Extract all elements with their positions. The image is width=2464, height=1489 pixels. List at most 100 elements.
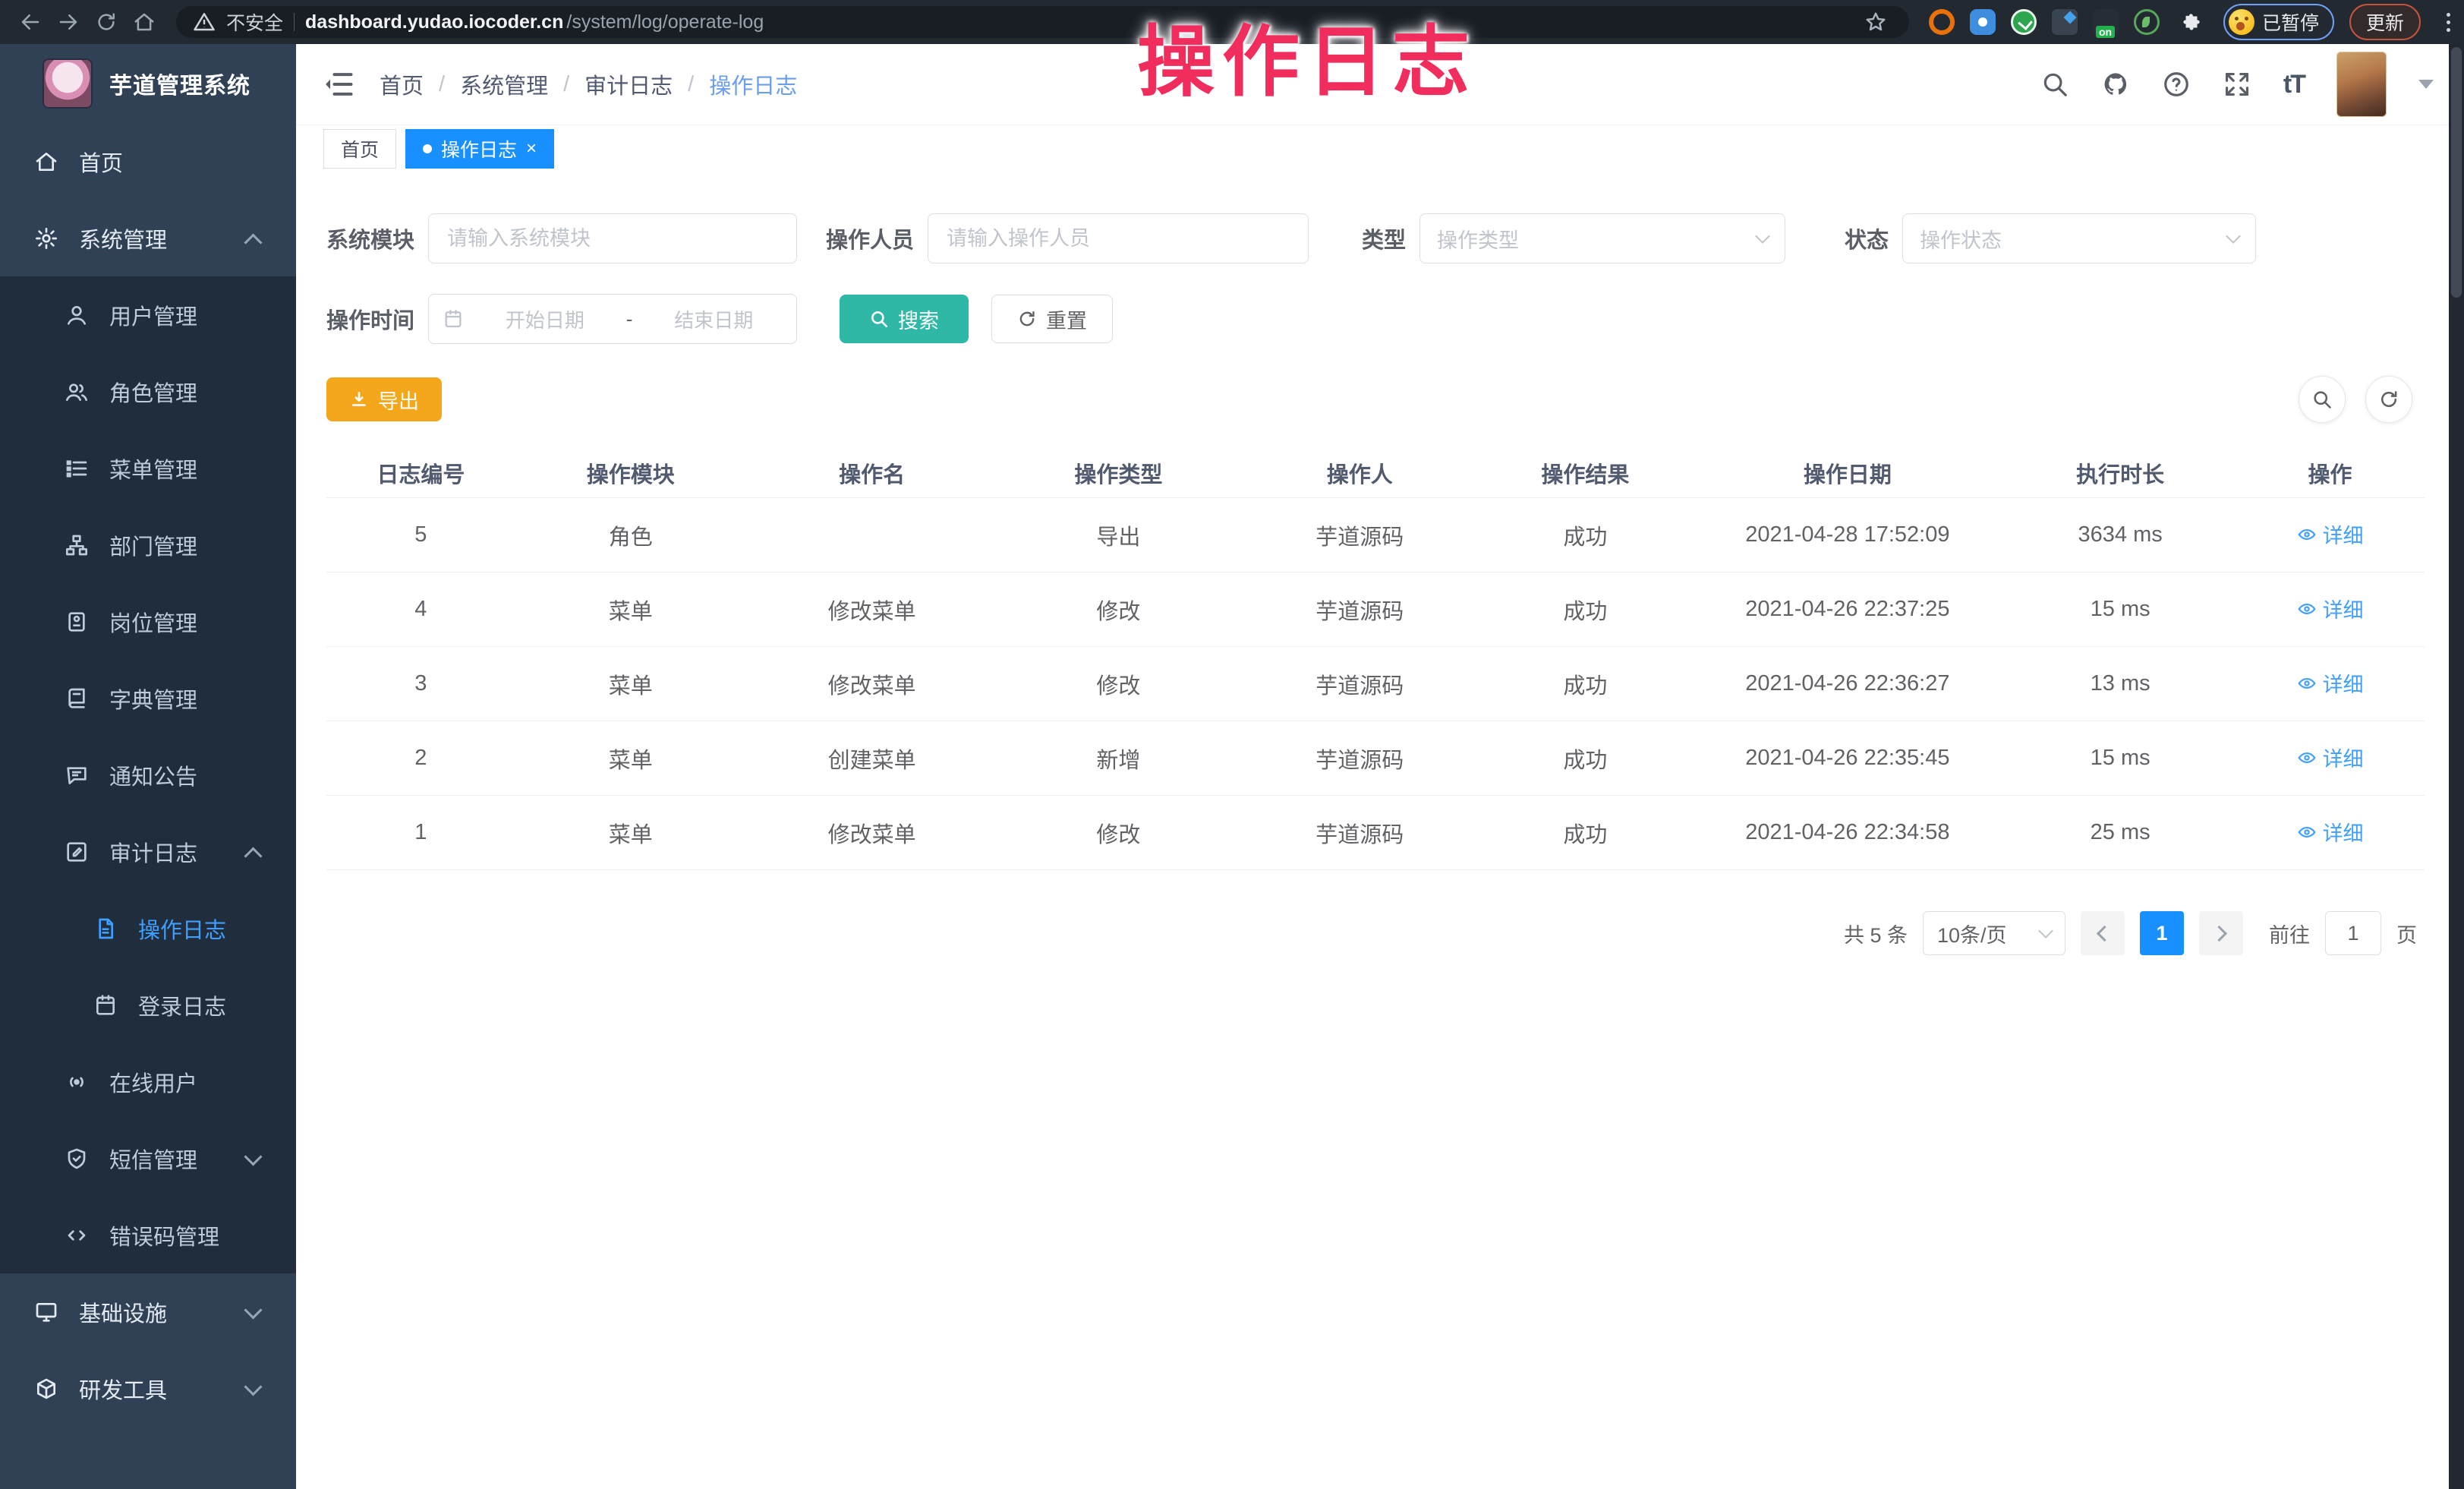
sidebar-item-devtools[interactable]: 研发工具 (0, 1350, 296, 1427)
sidebar-item-notice[interactable]: 通知公告 (0, 737, 296, 813)
sidebar-item-login-log[interactable]: 登录日志 (0, 967, 296, 1043)
ext-icon-green-check[interactable] (2011, 9, 2037, 35)
detail-link[interactable]: 详细 (2297, 743, 2364, 772)
column-header: 操作人 (1239, 457, 1480, 489)
breadcrumb-item[interactable]: 审计日志 (584, 68, 673, 100)
browser-back-icon[interactable] (14, 5, 47, 39)
scrollbar-thumb[interactable] (2451, 47, 2462, 298)
ext-icon-ring[interactable] (1929, 9, 1955, 35)
address-bar[interactable]: 不安全 dashboard.yudao.iocoder.cn /system/l… (176, 6, 1909, 38)
sidebar-item-online-users[interactable]: 在线用户 (0, 1043, 296, 1120)
refresh-table-button[interactable] (2365, 376, 2412, 423)
sidebar-item-audit-log[interactable]: 审计日志 (0, 813, 296, 890)
user-menu-caret-icon[interactable] (2418, 80, 2434, 89)
browser-home-icon[interactable] (128, 5, 161, 39)
page-size-value: 10条/页 (1937, 919, 2007, 948)
module-input[interactable] (428, 213, 797, 263)
operate-log-table: 日志编号 操作模块 操作名 操作类型 操作人 操作结果 操作日期 执行时长 操作… (326, 449, 2425, 870)
breadcrumb-separator: / (688, 72, 694, 97)
sidebar-item-users[interactable]: 用户管理 (0, 276, 296, 353)
sidebar-item-menus[interactable]: 菜单管理 (0, 430, 296, 506)
sidebar-item-label: 登录日志 (138, 989, 226, 1021)
sidebar-item-depts[interactable]: 部门管理 (0, 506, 296, 583)
cell-log-id: 2 (326, 746, 515, 771)
paused-label: 已暂停 (2262, 8, 2319, 36)
page-number-button[interactable]: 1 (2140, 911, 2184, 955)
export-button[interactable]: 导出 (326, 377, 442, 421)
box-icon (33, 1376, 59, 1402)
chevron-up-icon (244, 233, 262, 251)
end-date-placeholder: 结束日期 (644, 305, 783, 333)
bookmark-star-icon[interactable] (1859, 5, 1892, 39)
goto-page-input[interactable] (2325, 911, 2381, 955)
filter-row-2: 操作时间 开始日期 - 结束日期 搜索 重置 (326, 294, 2425, 344)
tab-operate-log[interactable]: 操作日志 × (405, 129, 554, 169)
browser-menu-icon[interactable] (2447, 13, 2450, 32)
page-size-select[interactable]: 10条/页 (1923, 911, 2065, 955)
detail-link[interactable]: 详细 (2297, 817, 2364, 847)
app-logo-row[interactable]: 芋道管理系统 (0, 44, 296, 123)
help-icon[interactable] (2162, 70, 2191, 99)
column-header: 执行时长 (2005, 457, 2236, 489)
sidebar-item-sms[interactable]: 短信管理 (0, 1120, 296, 1197)
breadcrumb-item[interactable]: 首页 (380, 68, 424, 100)
detail-link[interactable]: 详细 (2297, 519, 2364, 549)
detail-link[interactable]: 详细 (2297, 594, 2364, 623)
collapse-sidebar-icon[interactable] (322, 68, 355, 101)
module-label: 系统模块 (326, 222, 414, 254)
sidebar-item-operate-log[interactable]: 操作日志 (0, 890, 296, 967)
app-topbar: 首页 / 系统管理 / 审计日志 / 操作日志 tT (296, 44, 2464, 125)
detail-link[interactable]: 详细 (2297, 668, 2364, 698)
tab-home[interactable]: 首页 (323, 129, 396, 169)
security-warning-icon (193, 5, 216, 39)
cell-module: 菜单 (515, 594, 746, 626)
screen: 不安全 dashboard.yudao.iocoder.cn /system/l… (0, 0, 2464, 1489)
date-range-input[interactable]: 开始日期 - 结束日期 (428, 294, 797, 344)
operator-label: 操作人员 (826, 222, 914, 254)
cell-op-type: 修改 (997, 668, 1239, 700)
ext-icon-diamond[interactable] (2052, 9, 2078, 35)
search-button[interactable]: 搜索 (840, 295, 969, 343)
sidebar-item-home[interactable]: 首页 (0, 123, 296, 200)
cell-result: 成功 (1480, 594, 1690, 626)
close-tab-icon[interactable]: × (526, 140, 537, 158)
fullscreen-icon[interactable] (2223, 70, 2251, 99)
column-header: 日志编号 (326, 457, 515, 489)
prev-page-button[interactable] (2081, 911, 2125, 955)
operator-input[interactable] (928, 213, 1309, 263)
reset-button[interactable]: 重置 (991, 295, 1113, 343)
sidebar-item-infra[interactable]: 基础设施 (0, 1273, 296, 1350)
profile-emoji-avatar (2229, 9, 2254, 35)
sidebar-item-dict[interactable]: 字典管理 (0, 660, 296, 737)
github-icon[interactable] (2101, 70, 2130, 99)
browser-reload-icon[interactable] (90, 5, 123, 39)
browser-forward-icon[interactable] (52, 5, 85, 39)
cell-result: 成功 (1480, 668, 1690, 700)
status-select[interactable]: 操作状态 (1902, 213, 2256, 263)
status-select-placeholder: 操作状态 (1920, 224, 2002, 254)
breadcrumb-item[interactable]: 系统管理 (460, 68, 548, 100)
sidebar-item-errorcode[interactable]: 错误码管理 (0, 1197, 296, 1273)
url-divider (294, 13, 295, 31)
ext-icon-leaf[interactable] (2134, 9, 2160, 35)
sidebar-item-posts[interactable]: 岗位管理 (0, 583, 296, 660)
page-scrollbar[interactable] (2449, 44, 2464, 1489)
font-size-icon[interactable]: tT (2283, 70, 2305, 99)
ext-icon-pin[interactable] (1970, 9, 1996, 35)
next-page-button[interactable] (2199, 911, 2243, 955)
ext-icon-darkreader[interactable]: on (2093, 9, 2119, 35)
type-select[interactable]: 操作类型 (1419, 213, 1785, 263)
search-icon[interactable] (2040, 70, 2069, 99)
goto-label: 前往 (2269, 919, 2310, 948)
sidebar-item-roles[interactable]: 角色管理 (0, 353, 296, 430)
profile-paused-pill[interactable]: 已暂停 (2223, 4, 2334, 40)
cell-duration: 13 ms (2005, 671, 2236, 696)
message-icon (64, 762, 90, 788)
extensions-puzzle-icon[interactable] (2175, 5, 2208, 39)
browser-update-button[interactable]: 更新 (2349, 4, 2421, 40)
sidebar-item-system[interactable]: 系统管理 (0, 200, 296, 276)
cell-op-type: 修改 (997, 817, 1239, 849)
active-tab-dot (423, 144, 432, 153)
user-avatar[interactable] (2336, 52, 2387, 117)
toggle-search-button[interactable] (2299, 376, 2346, 423)
